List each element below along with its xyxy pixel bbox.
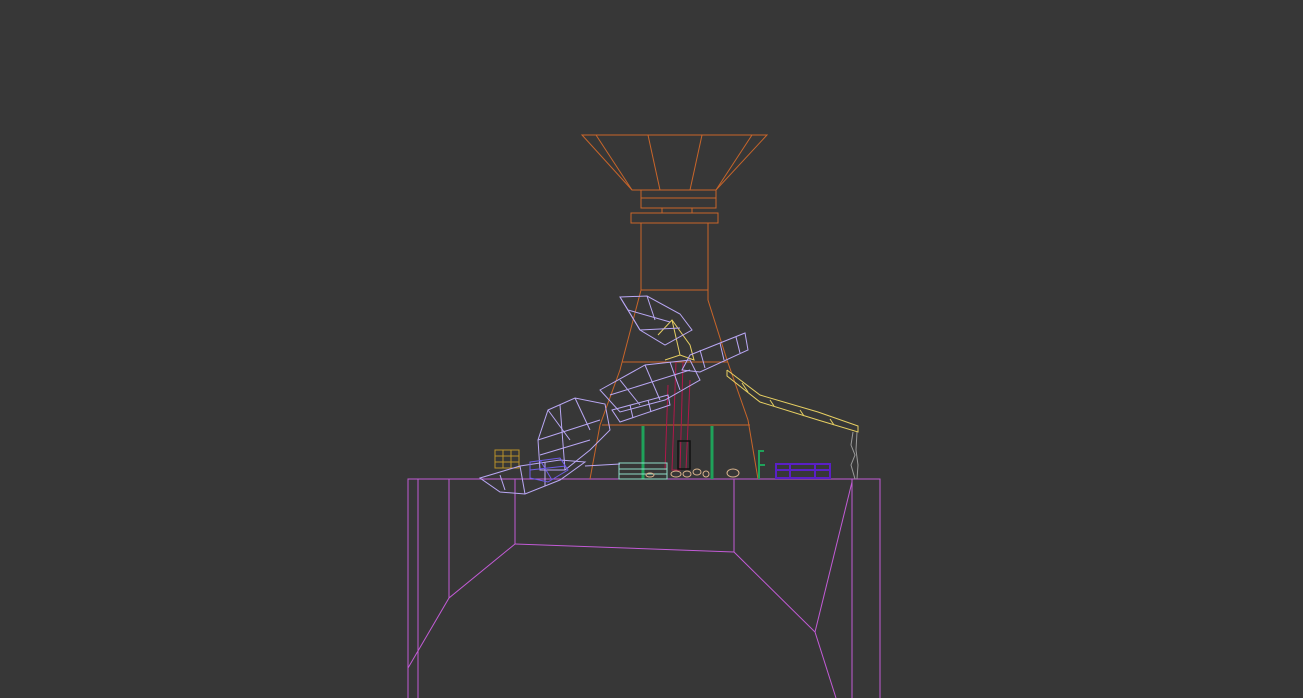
base-block-mesh[interactable] xyxy=(407,478,881,698)
giant-hand-mesh[interactable] xyxy=(478,295,749,495)
hanging-chain-mesh[interactable] xyxy=(850,431,859,480)
crate-mesh[interactable] xyxy=(494,449,520,469)
tower-funnel-mesh[interactable] xyxy=(580,134,769,224)
bench-mesh[interactable] xyxy=(775,463,831,479)
rocks-mesh[interactable] xyxy=(645,468,740,478)
wireframe-scene[interactable] xyxy=(0,0,1303,698)
green-posts-mesh[interactable] xyxy=(641,426,765,479)
3d-viewport[interactable] xyxy=(0,0,1303,698)
tower-column-mesh[interactable] xyxy=(589,223,759,480)
